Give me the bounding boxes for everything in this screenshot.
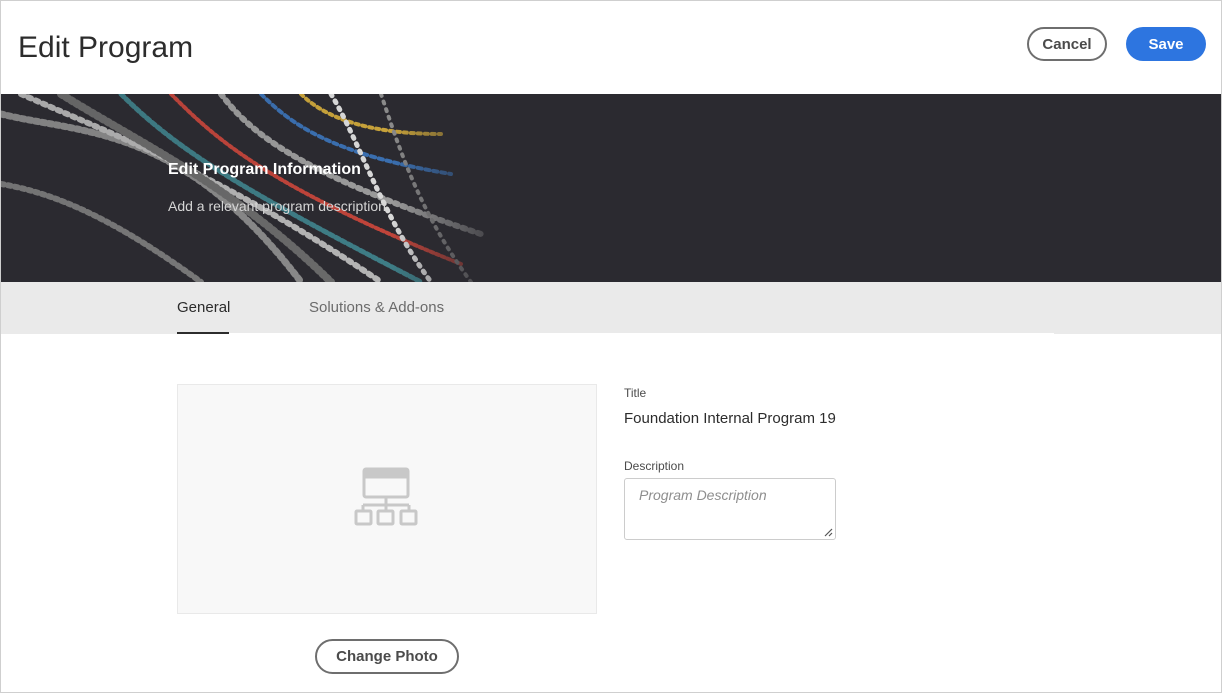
photo-placeholder <box>177 384 597 614</box>
tab-general[interactable]: General <box>177 299 230 316</box>
tab-divider <box>178 333 1054 334</box>
banner-subtitle: Add a relevant program description. <box>168 198 390 214</box>
change-photo-button[interactable]: Change Photo <box>315 639 459 674</box>
banner-title: Edit Program Information <box>168 161 361 178</box>
page-title: Edit Program <box>18 31 194 64</box>
banner-artwork <box>1 94 521 282</box>
tab-solutions-add-ons[interactable]: Solutions & Add-ons <box>309 299 444 316</box>
title-label: Title <box>624 386 647 400</box>
active-tab-indicator <box>177 332 229 334</box>
resize-handle-icon[interactable] <box>823 527 833 537</box>
title-value: Foundation Internal Program 19 <box>624 410 836 427</box>
cancel-button[interactable]: Cancel <box>1027 27 1107 61</box>
description-label: Description <box>624 459 685 473</box>
banner: Edit Program Information Add a relevant … <box>1 94 1221 282</box>
page-header: Edit Program Cancel Save <box>1 1 1221 93</box>
description-field[interactable] <box>624 478 836 540</box>
tab-bar: General Solutions & Add-ons <box>1 282 1221 334</box>
sitemap-icon <box>354 467 418 526</box>
save-button[interactable]: Save <box>1126 27 1206 61</box>
